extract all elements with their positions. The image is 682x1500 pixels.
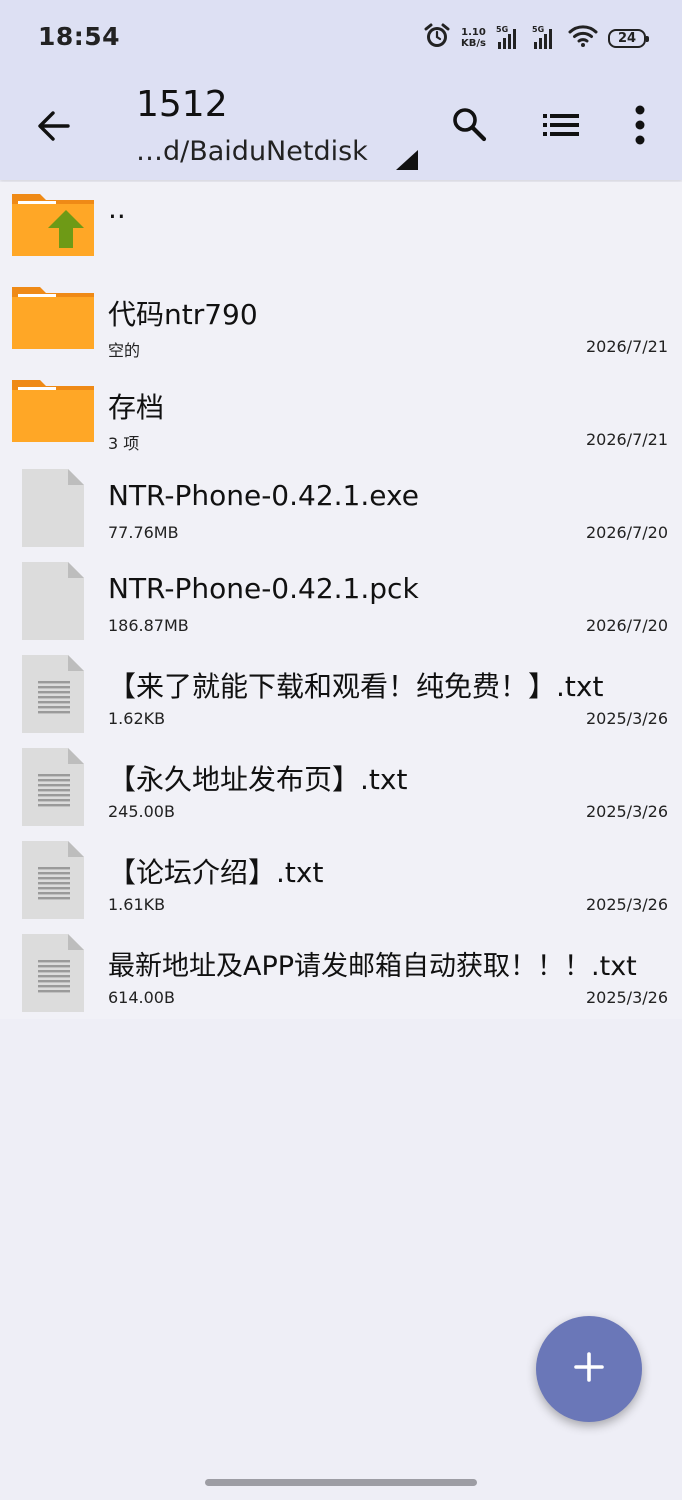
file-name: 【永久地址发布页】.txt (108, 763, 408, 796)
file-date: 2026/7/21 (585, 337, 668, 356)
signal-icon: 5G (496, 25, 522, 49)
file-icon (10, 562, 96, 644)
file-meta: 1.61KB (108, 895, 166, 914)
list-item-file[interactable]: NTR-Phone-0.42.1.exe 77.76MB 2026/7/20 (0, 461, 682, 554)
file-date: 2026/7/20 (585, 616, 668, 635)
file-meta: 614.00B (108, 988, 175, 1007)
plus-icon (573, 1351, 605, 1387)
file-meta: 77.76MB (108, 523, 179, 542)
list-item-folder[interactable]: 存档 3 项 2026/7/21 (0, 368, 682, 461)
battery-icon: 24 (608, 28, 649, 48)
file-name: 【论坛介绍】.txt (108, 856, 324, 889)
file-date: 2026/7/20 (585, 523, 668, 542)
text-file-icon (10, 655, 96, 737)
alarm-icon (423, 22, 451, 54)
folder-icon (10, 283, 96, 361)
file-date: 2025/3/26 (585, 988, 668, 1007)
list-item-text-file[interactable]: 【来了就能下载和观看！纯免费！】.txt 1.62KB 2025/3/26 (0, 647, 682, 740)
text-file-icon (10, 748, 96, 830)
list-item-text-file[interactable]: 最新地址及APP请发邮箱自动获取！！！.txt 614.00B 2025/3/2… (0, 926, 682, 1019)
status-time: 18:54 (38, 22, 121, 51)
more-vert-icon[interactable] (630, 104, 650, 146)
file-meta: 空的 (108, 341, 141, 360)
file-date: 2025/3/26 (585, 709, 668, 728)
home-indicator[interactable] (205, 1479, 477, 1486)
path-dropdown-icon[interactable] (396, 150, 418, 170)
signal-icon: 5G (532, 25, 558, 49)
file-date: 2025/3/26 (585, 802, 668, 821)
file-meta: 1.62KB (108, 709, 166, 728)
file-name: 最新地址及APP请发邮箱自动获取！！！.txt (108, 951, 637, 982)
back-arrow-icon[interactable] (34, 106, 74, 146)
file-list: .. 代码ntr790 空的 2026/7/21 存档 3 项 2026/7/2… (0, 182, 682, 1019)
file-meta: 186.87MB (108, 616, 189, 635)
list-item-text-file[interactable]: 【永久地址发布页】.txt 245.00B 2025/3/26 (0, 740, 682, 833)
net-speed-unit: KB/s (461, 38, 486, 49)
folder-up-icon (10, 190, 96, 268)
file-date: 2025/3/26 (585, 895, 668, 914)
page-title: 1512 (136, 84, 228, 125)
sim1-label: 5G (496, 25, 509, 34)
top-header: 18:54 1.10 KB/s 5G 5G 24 1512 …d/BaiduNe… (0, 0, 682, 180)
list-item-file[interactable]: NTR-Phone-0.42.1.pck 186.87MB 2026/7/20 (0, 554, 682, 647)
file-icon (10, 469, 96, 551)
list-item-folder[interactable]: 代码ntr790 空的 2026/7/21 (0, 275, 682, 368)
list-item-text-file[interactable]: 【论坛介绍】.txt 1.61KB 2025/3/26 (0, 833, 682, 926)
file-name: .. (108, 192, 126, 225)
battery-level: 24 (617, 30, 637, 46)
list-item-parent-folder[interactable]: .. (0, 182, 682, 275)
sim2-label: 5G (532, 25, 545, 34)
status-icons: 1.10 KB/s 5G 5G 24 (423, 22, 649, 54)
search-icon[interactable] (450, 105, 488, 143)
file-name: NTR-Phone-0.42.1.exe (108, 479, 419, 512)
file-meta: 3 项 (108, 434, 140, 453)
net-speed-value: 1.10 (461, 27, 486, 38)
text-file-icon (10, 841, 96, 923)
wifi-icon (568, 24, 598, 52)
breadcrumb-path[interactable]: …d/BaiduNetdisk (136, 136, 368, 167)
folder-icon (10, 376, 96, 454)
file-name: 代码ntr790 (108, 298, 258, 331)
file-name: NTR-Phone-0.42.1.pck (108, 572, 419, 605)
file-date: 2026/7/21 (585, 430, 668, 449)
text-file-icon (10, 934, 96, 1016)
list-view-icon[interactable] (541, 110, 581, 140)
file-meta: 245.00B (108, 802, 175, 821)
add-fab-button[interactable] (536, 1316, 642, 1422)
file-name: 存档 (108, 391, 165, 424)
file-name: 【来了就能下载和观看！纯免费！】.txt (108, 670, 604, 703)
net-speed: 1.10 KB/s (461, 27, 486, 49)
